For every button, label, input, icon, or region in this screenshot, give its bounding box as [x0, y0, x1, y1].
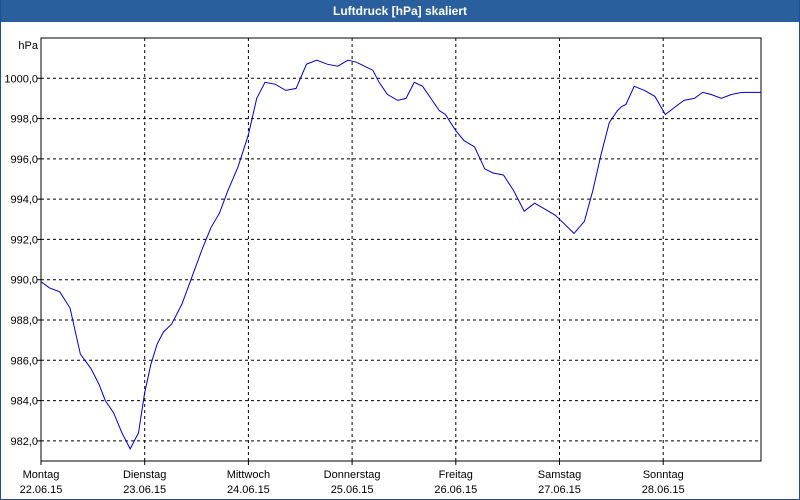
y-tick-label: 986,0 — [10, 355, 38, 367]
chart-window: Luftdruck [hPa] skaliert 982,0 984,0 986,0… — [0, 0, 800, 500]
x-tick-date-label: 28.06.15 — [642, 484, 685, 496]
x-tick-day-label: Samstag — [538, 469, 581, 481]
x-tick-day-label: Dienstag — [123, 469, 166, 481]
y-tick-label: 990,0 — [10, 275, 38, 287]
y-tick-label: 1000,0 — [4, 73, 38, 85]
window-title: Luftdruck [hPa] skaliert — [1, 0, 799, 22]
x-tick-date-label: 23.06.15 — [123, 484, 166, 496]
x-tick-date-label: 27.06.15 — [538, 484, 581, 496]
y-axis-label: hPa — [18, 40, 38, 52]
plot-frame — [40, 37, 762, 462]
y-tick-label: 984,0 — [10, 396, 38, 408]
y-tick-label: 994,0 — [10, 194, 38, 206]
x-tick-day-label: Freitag — [439, 469, 473, 481]
x-tick-date-label: 25.06.15 — [331, 484, 374, 496]
y-tick-label: 998,0 — [10, 114, 38, 126]
x-tick-day-label: Montag — [23, 469, 60, 481]
y-tick-label: 988,0 — [10, 315, 38, 327]
x-tick-day-label: Sonntag — [643, 469, 684, 481]
y-tick-label: 996,0 — [10, 154, 38, 166]
x-tick-day-label: Mittwoch — [227, 469, 270, 481]
x-tick-date-label: 24.06.15 — [227, 484, 270, 496]
y-tick-label: 982,0 — [10, 436, 38, 448]
x-tick-date-label: 22.06.15 — [20, 484, 63, 496]
pressure-chart: 982,0 984,0 986,0 988,0 990,0 992,0 994,0 996,0… — [4, 37, 762, 496]
y-tick-label: 992,0 — [10, 234, 38, 246]
x-tick-date-label: 26.06.15 — [434, 484, 477, 496]
x-tick-day-label: Donnerstag — [324, 469, 381, 481]
